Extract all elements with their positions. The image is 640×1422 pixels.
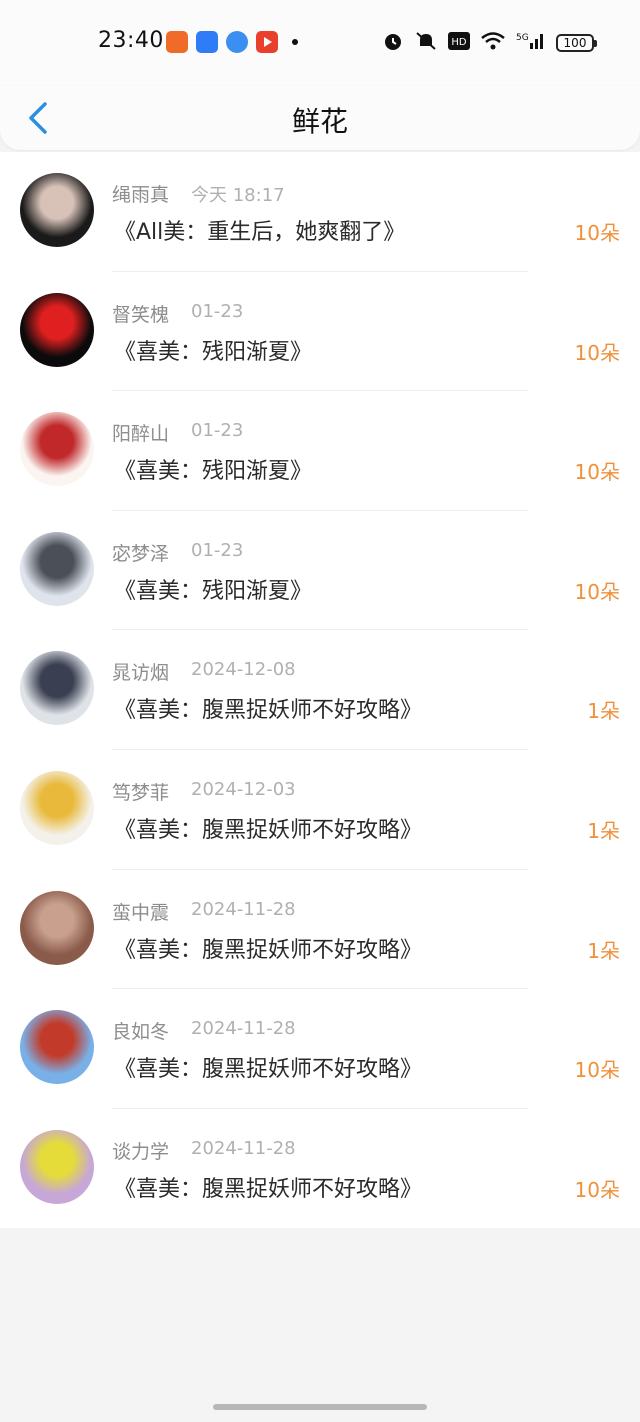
avatar[interactable] [20,292,94,367]
list-item[interactable]: 宓梦泽 01-23 《喜美：残阳渐夏》 10朵 [0,511,640,631]
list-item[interactable]: 督笑槐 01-23 《喜美：残阳渐夏》 10朵 [0,272,640,392]
book-title[interactable]: 《喜美：残阳渐夏》 [114,573,312,605]
user-name[interactable]: 晁访烟 [112,658,169,685]
app-icon-lightblue [226,31,248,53]
flower-gift-list: 绳雨真 今天 18:17 《All美：重生后，她爽翻了》 10朵 督笑槐 01-… [0,152,640,1228]
avatar[interactable] [20,173,94,247]
status-bar: 23:40 HD 5G 100 [0,0,640,86]
gift-date: 今天 18:17 [191,185,285,206]
list-item[interactable]: 阳醉山 01-23 《喜美：残阳渐夏》 10朵 [0,391,640,511]
user-name[interactable]: 良如冬 [112,1017,169,1044]
flower-count: 10朵 [574,579,620,604]
svg-text:5G: 5G [516,33,529,43]
gift-date: 01-23 [191,539,244,561]
flower-count: 1朵 [587,818,620,843]
wifi-icon [480,31,506,55]
list-item[interactable]: 蛮中震 2024-11-28 《喜美：腹黑捉妖师不好攻略》 1朵 [0,870,640,990]
user-name[interactable]: 宓梦泽 [112,539,169,566]
avatar[interactable] [20,770,94,845]
hd-icon: HD [448,32,470,54]
home-indicator[interactable] [213,1404,427,1410]
battery-indicator: 100 [556,34,597,52]
flower-count: 10朵 [574,1058,620,1083]
book-title[interactable]: 《喜美：腹黑捉妖师不好攻略》 [114,812,422,844]
gift-date: 2024-11-28 [191,898,296,920]
user-name[interactable]: 谈力学 [112,1137,169,1164]
system-icons: HD 5G 100 [382,30,597,56]
flower-count: 10朵 [574,460,620,485]
notification-icons [166,31,298,53]
book-title[interactable]: 《All美：重生后，她爽翻了》 [114,214,405,246]
flower-count: 10朵 [574,221,620,245]
avatar[interactable] [20,890,94,965]
top-nav-bar: 鲜花 [0,86,640,150]
flower-count: 1朵 [587,699,620,724]
book-title[interactable]: 《喜美：腹黑捉妖师不好攻略》 [114,692,422,724]
avatar[interactable] [20,531,94,606]
user-name[interactable]: 蛮中震 [112,898,169,925]
gift-date: 2024-12-03 [191,778,296,800]
avatar[interactable] [20,412,94,487]
app-root: 23:40 HD 5G 100 鲜花 绳雨真 今天 18:17 《All美：重生… [0,0,640,1422]
user-name[interactable]: 阳醉山 [112,419,169,446]
book-title[interactable]: 《喜美：腹黑捉妖师不好攻略》 [114,1051,422,1083]
flower-count: 10朵 [574,1177,620,1202]
gift-date: 01-23 [191,420,244,442]
user-name[interactable]: 绳雨真 [112,180,169,207]
avatar[interactable] [20,1129,94,1204]
avatar[interactable] [20,1010,94,1085]
app-icon-blue [196,31,218,53]
book-title[interactable]: 《喜美：残阳渐夏》 [114,334,312,366]
alarm-icon [382,30,404,56]
user-name[interactable]: 督笑槐 [112,300,169,327]
list-item[interactable]: 笃梦菲 2024-12-03 《喜美：腹黑捉妖师不好攻略》 1朵 [0,750,640,870]
book-title[interactable]: 《喜美：腹黑捉妖师不好攻略》 [114,1171,422,1203]
list-item[interactable]: 良如冬 2024-11-28 《喜美：腹黑捉妖师不好攻略》 10朵 [0,989,640,1109]
avatar[interactable] [20,651,94,726]
status-time: 23:40 [98,28,164,53]
app-icon-red-play [256,31,278,53]
gift-date: 2024-12-08 [191,659,296,681]
gift-date: 2024-11-28 [191,1137,296,1159]
list-item[interactable]: 晁访烟 2024-12-08 《喜美：腹黑捉妖师不好攻略》 1朵 [0,630,640,750]
flower-count: 1朵 [587,938,620,963]
svg-text:HD: HD [451,37,467,48]
book-title[interactable]: 《喜美：残阳渐夏》 [114,453,312,485]
gift-date: 01-23 [191,300,244,322]
page-title: 鲜花 [291,105,348,138]
gift-date: 2024-11-28 [191,1018,296,1040]
list-item[interactable]: 绳雨真 今天 18:17 《All美：重生后，她爽翻了》 10朵 [0,152,640,272]
flower-count: 10朵 [574,340,620,365]
more-notifications-dot [292,39,298,45]
book-title[interactable]: 《喜美：腹黑捉妖师不好攻略》 [114,932,422,964]
mute-bell-icon [414,30,438,56]
list-item[interactable]: 谈力学 2024-11-28 《喜美：腹黑捉妖师不好攻略》 10朵 [0,1109,640,1229]
user-name[interactable]: 笃梦菲 [112,778,169,805]
signal-icon: 5G [516,31,546,55]
app-icon-orange [166,31,188,53]
